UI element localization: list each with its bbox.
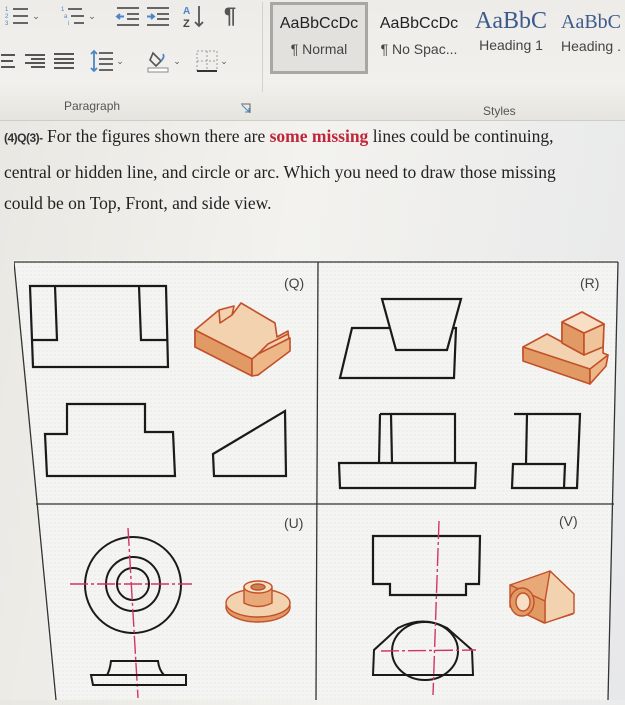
style-sample: AaBbCcDc — [379, 15, 459, 32]
justify-icon — [54, 53, 74, 69]
align-right-button[interactable] — [22, 50, 48, 72]
sort-az-icon: AZ — [183, 6, 204, 29]
panel-label-v: (V) — [559, 513, 578, 529]
paint-bucket-icon — [147, 51, 169, 73]
group-separator — [262, 2, 263, 92]
exercise-figure: (Q) (R) (U) (V) — [13, 258, 625, 701]
svg-text:A: A — [183, 6, 190, 17]
show-hide-button[interactable]: ¶ — [218, 2, 242, 30]
style-name: ¶ No Spac... — [380, 41, 458, 57]
pilcrow-icon: ¶ — [223, 3, 237, 28]
style-sample: AaBbC — [561, 11, 621, 33]
question-number: (4)Q(3)- — [4, 131, 43, 145]
question-text: For the figures shown there are — [42, 126, 270, 146]
svg-text:Z: Z — [183, 18, 190, 29]
svg-text:i: i — [68, 21, 69, 27]
multilevel-list-button[interactable]: 1ai ⌄ — [58, 4, 98, 28]
style-name: Heading . — [561, 38, 621, 54]
numbering-button[interactable]: 123 ⌄ — [2, 4, 42, 28]
decrease-indent-icon — [115, 7, 139, 26]
align-center-button[interactable] — [0, 50, 20, 72]
question-line-1: (4)Q(3)- For the figures shown there are… — [4, 126, 554, 147]
chevron-down-icon: ⌄ — [173, 55, 181, 66]
paragraph-group-label: Paragraph — [64, 99, 121, 113]
svg-text:3: 3 — [5, 21, 9, 27]
borders-button[interactable]: ⌄ — [190, 48, 234, 74]
style-sample: AaBbC — [475, 8, 547, 34]
multilevel-list-icon: 1ai — [61, 7, 85, 27]
question-line-2: central or hidden line, and circle or ar… — [4, 162, 556, 182]
style-sample: AaBbCcDc — [279, 15, 359, 32]
align-center-icon — [1, 54, 15, 68]
ribbon: 123 ⌄ 1ai ⌄ AZ ¶ ⌄ ⌄ ⌄ Paragraph AaBbCcD… — [0, 0, 625, 121]
svg-text:a: a — [64, 14, 68, 20]
style-heading-1[interactable]: AaBbC Heading 1 — [468, 2, 554, 74]
increase-indent-icon — [147, 7, 169, 26]
numbered-list-icon: 123 — [5, 7, 29, 27]
question-text: lines could be continuing, — [368, 126, 554, 146]
panel-label-u: (U) — [284, 515, 303, 531]
question-line-3: could be on Top, Front, and side view. — [4, 193, 272, 213]
chevron-down-icon: ⌄ — [220, 55, 228, 66]
panel-label-r: (R) — [580, 275, 599, 291]
svg-text:2: 2 — [5, 14, 9, 20]
sort-button[interactable]: AZ — [178, 2, 208, 30]
line-spacing-icon — [90, 49, 114, 73]
panel-label-q: (Q) — [284, 275, 304, 291]
style-name: ¶ Normal — [290, 41, 348, 57]
styles-gallery: AaBbCcDc ¶ Normal AaBbCcDc ¶ No Spac... … — [268, 2, 625, 76]
justify-button[interactable] — [51, 50, 77, 72]
increase-indent-button[interactable] — [144, 4, 172, 28]
style-name: Heading 1 — [479, 37, 543, 53]
line-spacing-button[interactable]: ⌄ — [86, 48, 128, 74]
style-no-spacing[interactable]: AaBbCcDc ¶ No Spac... — [370, 2, 468, 74]
chevron-down-icon: ⌄ — [32, 10, 40, 21]
svg-text:1: 1 — [5, 7, 9, 13]
shading-button[interactable]: ⌄ — [142, 48, 186, 74]
decrease-indent-button[interactable] — [114, 4, 142, 28]
chevron-down-icon: ⌄ — [88, 10, 96, 21]
style-heading-2[interactable]: AaBbC Heading . — [554, 2, 625, 74]
borders-icon — [196, 50, 218, 72]
dialog-launcher-icon — [240, 103, 250, 113]
align-right-icon — [25, 54, 45, 68]
svg-text:1: 1 — [61, 7, 65, 13]
paragraph-dialog-launcher[interactable] — [239, 102, 251, 114]
figure-drawing: (Q) (R) (U) (V) — [13, 260, 619, 701]
style-normal[interactable]: AaBbCcDc ¶ Normal — [270, 2, 368, 74]
chevron-down-icon: ⌄ — [116, 55, 124, 66]
styles-group-label: Styles — [483, 104, 516, 118]
highlight-text: some missing — [269, 126, 369, 146]
